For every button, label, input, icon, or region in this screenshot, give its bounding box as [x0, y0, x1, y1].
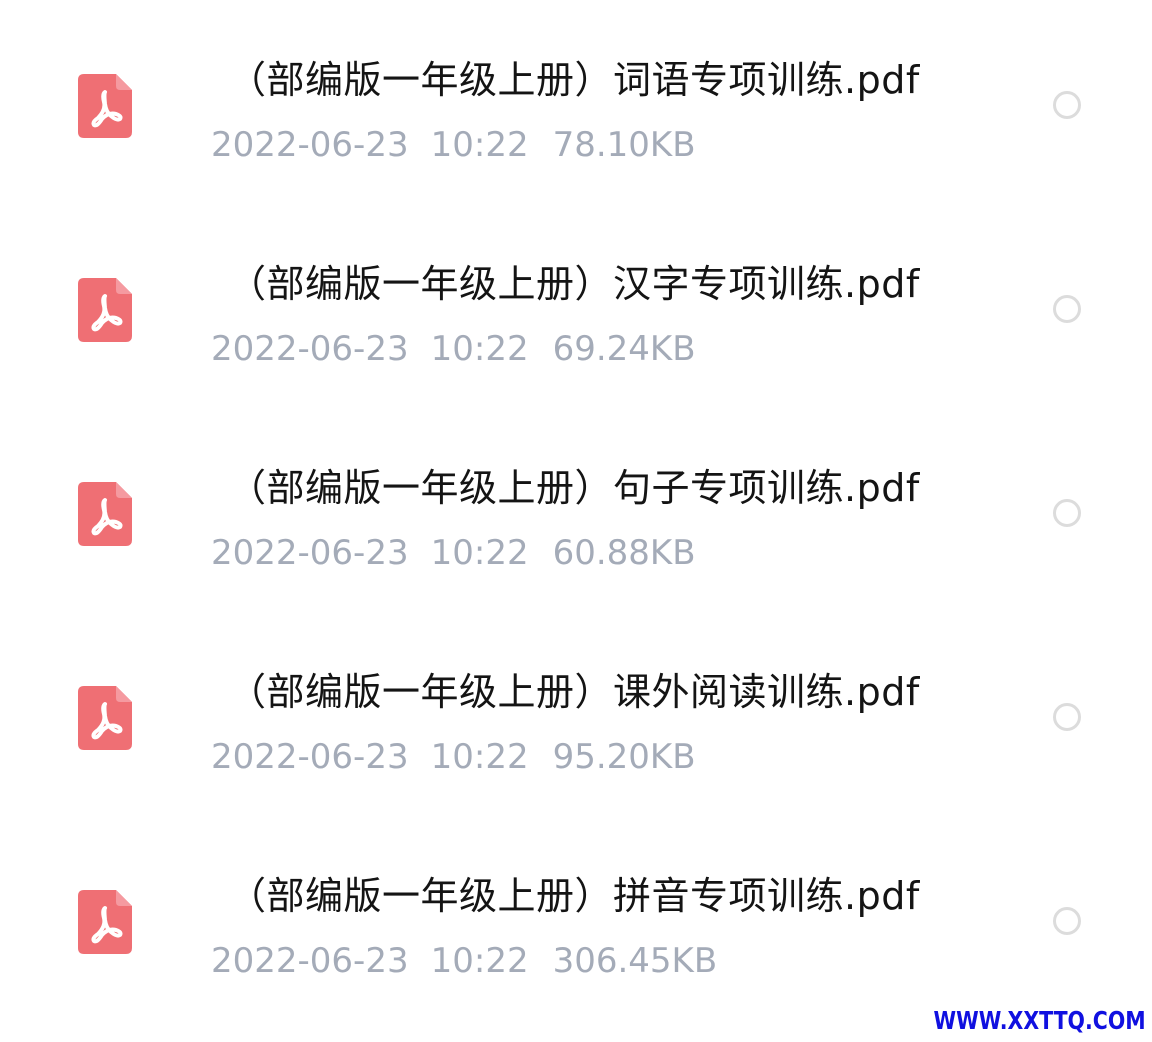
select-radio[interactable]: [1053, 499, 1081, 527]
select-radio[interactable]: [1053, 91, 1081, 119]
file-meta: 2022-06-23 10:22 78.10KB: [211, 122, 696, 168]
file-size: 95.20KB: [552, 737, 696, 777]
select-radio[interactable]: [1053, 907, 1081, 935]
file-date: 2022-06-23: [211, 329, 409, 369]
select-radio[interactable]: [1053, 295, 1081, 323]
watermark: WWW.XXTTQ.COM: [933, 1006, 1146, 1035]
pdf-file-icon: [78, 278, 132, 342]
file-date: 2022-06-23: [211, 125, 409, 165]
file-row[interactable]: （部编版一年级上册）句子专项训练.pdf 2022-06-23 10:22 60.8…: [0, 408, 1152, 612]
file-date: 2022-06-23: [211, 941, 409, 981]
file-list: （部编版一年级上册）词语专项训练.pdf 2022-06-23 10:22 78.1…: [0, 0, 1152, 1020]
file-row[interactable]: （部编版一年级上册）词语专项训练.pdf 2022-06-23 10:22 78.1…: [0, 0, 1152, 204]
file-time: 10:22: [430, 941, 529, 981]
pdf-file-icon: [78, 686, 132, 750]
file-row[interactable]: （部编版一年级上册）课外阅读训练.pdf 2022-06-23 10:22 95.2…: [0, 612, 1152, 816]
file-name: （部编版一年级上册）句子专项训练.pdf: [228, 466, 920, 510]
file-time: 10:22: [430, 533, 529, 573]
file-meta: 2022-06-23 10:22 95.20KB: [211, 734, 696, 780]
file-time: 10:22: [430, 125, 529, 165]
file-date: 2022-06-23: [211, 737, 409, 777]
file-date: 2022-06-23: [211, 533, 409, 573]
file-meta: 2022-06-23 10:22 306.45KB: [211, 938, 717, 984]
file-time: 10:22: [430, 329, 529, 369]
file-row[interactable]: （部编版一年级上册）拼音专项训练.pdf 2022-06-23 10:22 306.…: [0, 816, 1152, 1020]
file-name: （部编版一年级上册）课外阅读训练.pdf: [228, 670, 920, 714]
select-radio[interactable]: [1053, 703, 1081, 731]
file-name: （部编版一年级上册）词语专项训练.pdf: [228, 58, 920, 102]
pdf-file-icon: [78, 74, 132, 138]
file-size: 78.10KB: [552, 125, 696, 165]
pdf-file-icon: [78, 482, 132, 546]
pdf-file-icon: [78, 890, 132, 954]
file-time: 10:22: [430, 737, 529, 777]
file-size: 69.24KB: [552, 329, 696, 369]
file-meta: 2022-06-23 10:22 60.88KB: [211, 530, 696, 576]
file-size: 306.45KB: [552, 941, 718, 981]
file-meta: 2022-06-23 10:22 69.24KB: [211, 326, 696, 372]
file-size: 60.88KB: [552, 533, 696, 573]
file-row[interactable]: （部编版一年级上册）汉字专项训练.pdf 2022-06-23 10:22 69.2…: [0, 204, 1152, 408]
file-name: （部编版一年级上册）拼音专项训练.pdf: [228, 874, 920, 918]
file-name: （部编版一年级上册）汉字专项训练.pdf: [228, 262, 920, 306]
